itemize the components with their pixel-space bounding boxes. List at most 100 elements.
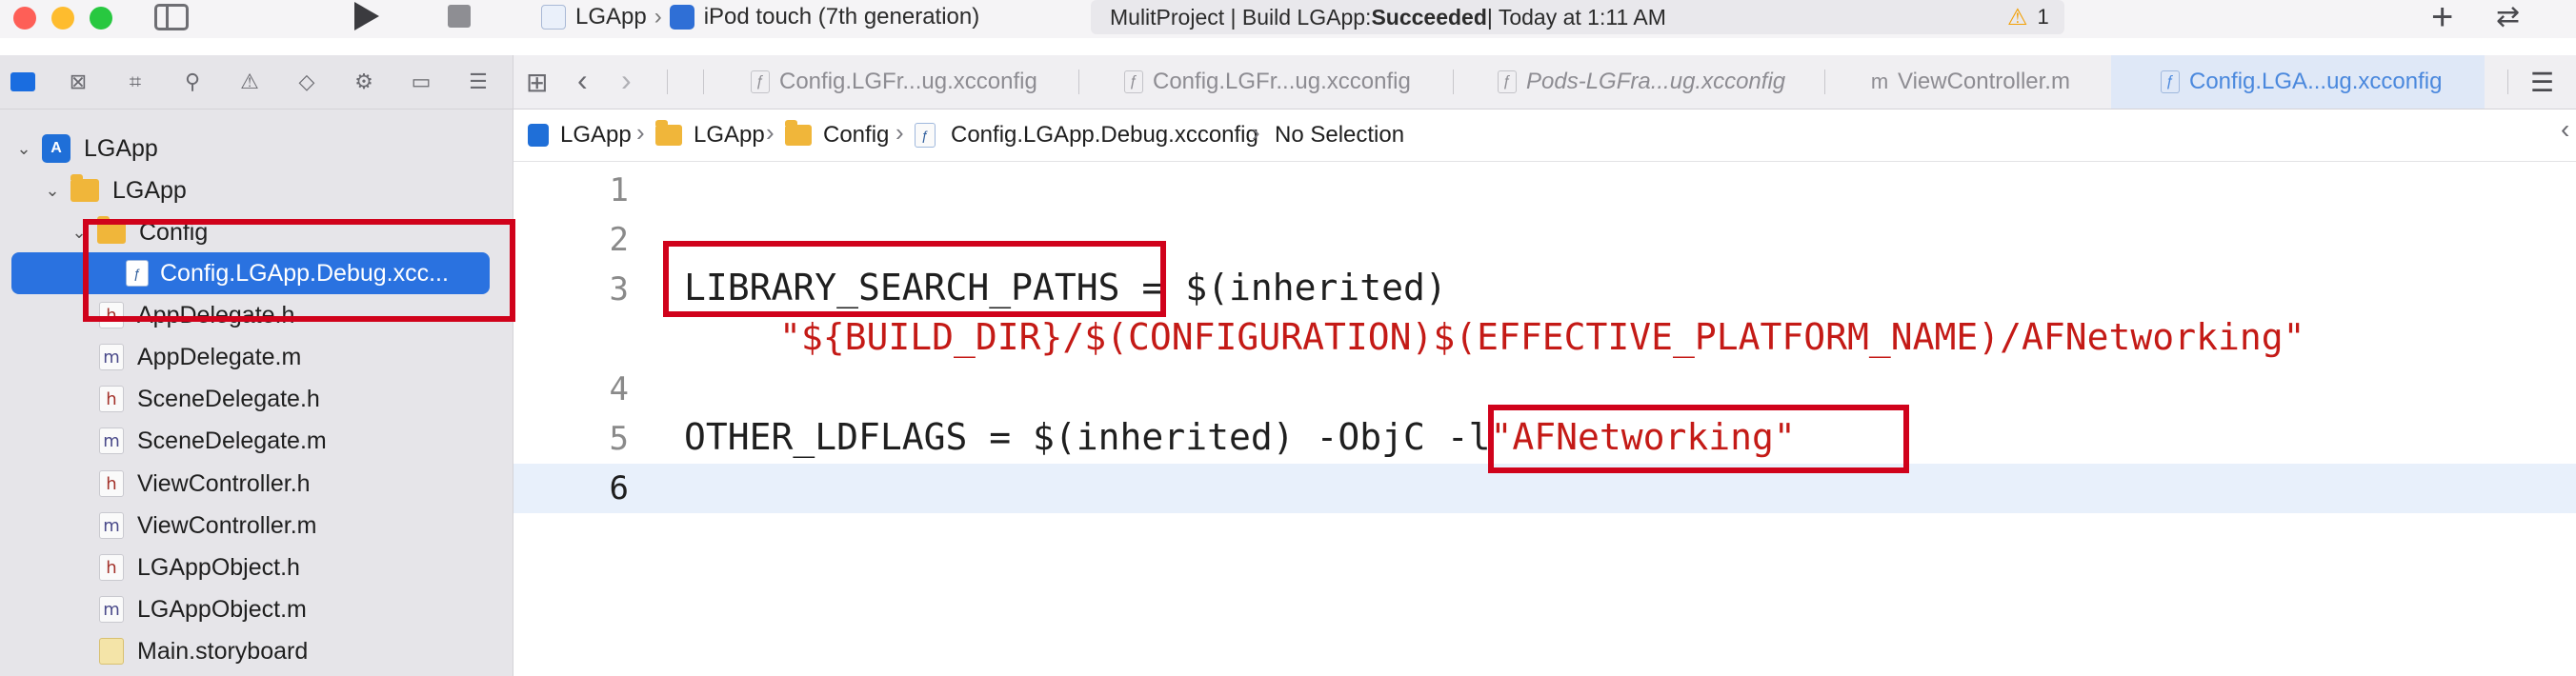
tab-config-lgfr-1[interactable]: ƒ Config.LGFr...ug.xcconfig: [751, 55, 1037, 109]
project-navigator-icon[interactable]: [8, 67, 38, 97]
header-file-icon: h: [99, 386, 124, 412]
tab-label: Config.LGFr...ug.xcconfig: [1153, 69, 1411, 94]
tab-viewcontroller-m[interactable]: m ViewController.m: [1871, 55, 2070, 109]
tab-label: Config.LGA...ug.xcconfig: [2189, 69, 2443, 94]
navigator-item-label: SceneDelegate.m: [137, 427, 327, 454]
folder-icon: [655, 120, 682, 146]
line-number: 3: [609, 270, 629, 308]
xcconfig-file-icon: ƒ: [2161, 70, 2180, 93]
editor-options-icon[interactable]: ☰: [2530, 67, 2554, 98]
zoom-window-button[interactable]: [90, 7, 112, 30]
issue-navigator-icon[interactable]: ⚠: [234, 67, 265, 97]
navigator-item-label: LGApp: [84, 134, 158, 162]
jumpbar-item-group-config[interactable]: Config: [785, 109, 889, 161]
scheme-selector[interactable]: LGApp › iPod touch (7th generation): [541, 0, 979, 34]
xcode-project-icon: A: [42, 134, 70, 163]
navigator-item-label: LGApp: [112, 176, 187, 204]
implementation-file-icon: m: [99, 344, 124, 370]
navigator-item-lgappobject-h[interactable]: h LGAppObject.h: [99, 548, 300, 587]
debug-navigator-icon[interactable]: ⚙: [349, 67, 379, 97]
destination-label: iPod touch (7th generation): [703, 4, 980, 30]
jumpbar-item-group-lgapp[interactable]: LGApp: [655, 109, 765, 161]
annotation-box-config-file: [83, 219, 515, 322]
navigator-item-scenedelegate-m[interactable]: m SceneDelegate.m: [99, 422, 327, 460]
setting-key-other-ldflags: OTHER_LDFLAGS = $(inherited) -ObjC: [684, 416, 1447, 458]
navigator-item-main-storyboard[interactable]: Main.storyboard: [99, 632, 308, 670]
line-number-current: 6: [609, 469, 629, 507]
annotation-box-library-search-paths: [663, 241, 1166, 317]
xcconfig-file-icon: ƒ: [1498, 70, 1517, 93]
chevron-right-icon: ›: [636, 118, 645, 147]
chevron-down-icon[interactable]: ⌄: [13, 139, 34, 159]
forward-arrow-icon[interactable]: ›: [621, 63, 632, 98]
jumpbar-label: Config: [823, 122, 890, 148]
ipod-device-icon: [669, 5, 694, 30]
minimize-window-button[interactable]: [51, 7, 74, 30]
line-number: 4: [609, 370, 629, 408]
xcconfig-file-icon: ƒ: [1124, 70, 1143, 93]
tab-config-lga-active[interactable]: ƒ Config.LGA...ug.xcconfig: [2161, 55, 2442, 109]
sidebar-toggle-icon[interactable]: [154, 4, 189, 30]
navigator-item-project[interactable]: ⌄ A LGApp: [13, 129, 158, 168]
chevron-down-icon[interactable]: ⌄: [42, 181, 63, 201]
header-file-icon: h: [99, 470, 124, 497]
app-target-icon: [541, 5, 566, 30]
implementation-file-icon: m: [99, 512, 124, 539]
close-window-button[interactable]: [13, 7, 36, 30]
jumpbar-item-selection[interactable]: No Selection: [1275, 109, 1404, 161]
jumpbar-item-file[interactable]: ƒ Config.LGApp.Debug.xcconfig: [915, 109, 1258, 161]
symbol-navigator-icon[interactable]: ⌗: [120, 67, 151, 97]
navigator-item-label: ViewController.m: [137, 511, 317, 539]
code-review-icon[interactable]: ⇄: [2496, 0, 2520, 33]
storyboard-file-icon: [99, 638, 124, 665]
navigator-item-group-lgapp[interactable]: ⌄ LGApp: [42, 171, 187, 209]
navigator-item-viewcontroller-h[interactable]: h ViewController.h: [99, 465, 311, 503]
navigator-item-lgappobject-m[interactable]: m LGAppObject.m: [99, 590, 307, 628]
navigator-item-label: LGAppObject.m: [137, 595, 307, 623]
run-icon[interactable]: [354, 2, 379, 30]
chevron-right-icon: ›: [766, 118, 775, 147]
warning-count: 1: [2037, 5, 2049, 29]
chevron-right-icon: ›: [654, 4, 662, 30]
navigator-item-label: LGAppObject.h: [137, 553, 300, 581]
test-navigator-icon[interactable]: ◇: [292, 67, 322, 97]
status-time-label: | Today at 1:11 AM: [1486, 4, 1666, 30]
tab-label: Config.LGFr...ug.xcconfig: [779, 69, 1037, 94]
breakpoint-navigator-icon[interactable]: ▭: [406, 67, 436, 97]
scheme-label: LGApp: [575, 4, 647, 30]
activity-status[interactable]: MulitProject | Build LGApp: Succeeded | …: [1091, 0, 2064, 34]
stop-icon[interactable]: [448, 5, 471, 28]
implementation-file-icon: m: [99, 427, 124, 454]
navigator-item-appdelegate-m[interactable]: m AppDelegate.m: [99, 338, 301, 376]
report-navigator-icon[interactable]: ☰: [463, 67, 493, 97]
chevron-left-icon[interactable]: ‹: [2561, 114, 2569, 145]
line-number: 2: [609, 221, 629, 259]
navigator-item-viewcontroller-m[interactable]: m ViewController.m: [99, 507, 317, 545]
annotation-box-linker-flag: [1488, 405, 1909, 473]
jumpbar-item-project[interactable]: LGApp: [528, 109, 632, 161]
jumpbar-label: No Selection: [1275, 122, 1405, 148]
tab-pods-lgfra[interactable]: ƒ Pods-LGFra...ug.xcconfig: [1498, 55, 1785, 109]
warning-icon: ⚠: [2007, 4, 2028, 30]
xcconfig-file-icon: ƒ: [915, 123, 936, 148]
setting-value: = $(inherited): [1119, 267, 1447, 308]
tab-label: Pods-LGFra...ug.xcconfig: [1526, 69, 1786, 94]
tab-config-lgfr-2[interactable]: ƒ Config.LGFr...ug.xcconfig: [1124, 55, 1411, 109]
implementation-file-icon: m: [99, 596, 124, 623]
navigator-item-label: ViewController.h: [137, 469, 311, 497]
navigator-item-scenedelegate-h[interactable]: h SceneDelegate.h: [99, 380, 320, 418]
source-control-navigator-icon[interactable]: ⊠: [63, 67, 93, 97]
code-line-3-continuation[interactable]: "${BUILD_DIR}/$(CONFIGURATION)$(EFFECTIV…: [779, 316, 2304, 358]
chevron-right-icon: ›: [896, 118, 904, 147]
navigator-item-label: AppDelegate.m: [137, 343, 302, 370]
related-items-icon[interactable]: ⊞: [526, 67, 548, 98]
add-icon[interactable]: +: [2431, 0, 2453, 39]
header-file-icon: h: [99, 554, 124, 581]
find-navigator-icon[interactable]: ⚲: [177, 67, 208, 97]
back-arrow-icon[interactable]: ‹: [577, 63, 588, 98]
chevron-right-icon: ›: [1252, 118, 1260, 147]
navigator-item-label: SceneDelegate.h: [137, 385, 320, 412]
jumpbar-label: Config.LGApp.Debug.xcconfig: [951, 122, 1258, 148]
folder-icon: [785, 120, 812, 146]
jumpbar-label: LGApp: [560, 122, 632, 148]
